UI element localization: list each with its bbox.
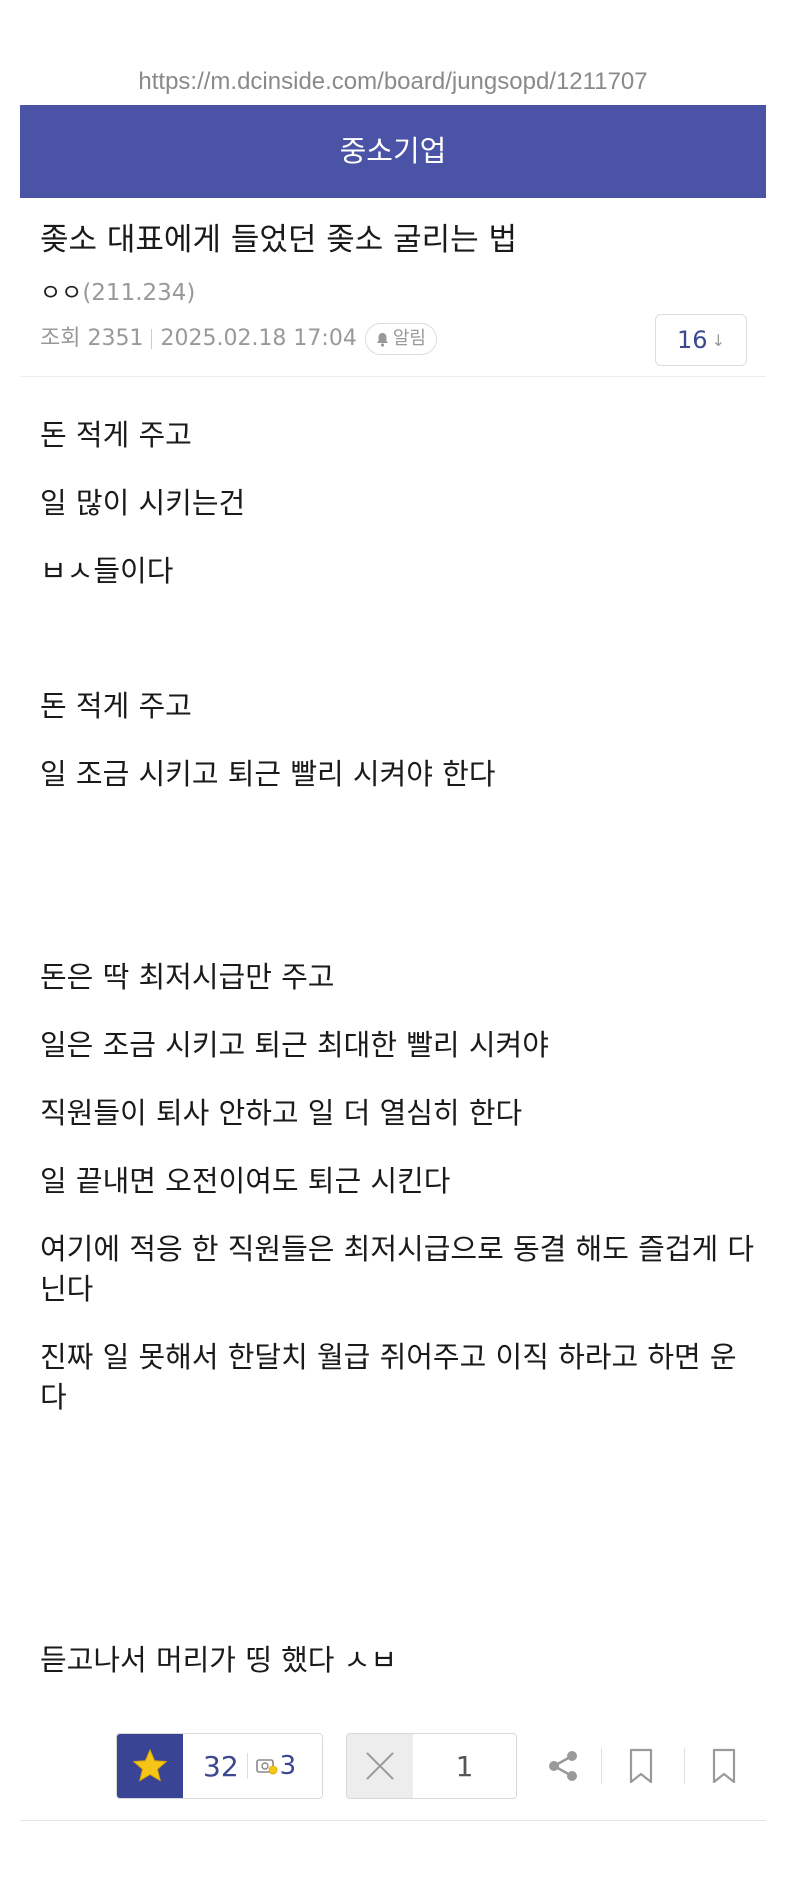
post-datetime: 2025.02.18 17:04 — [160, 326, 357, 351]
recommend-count: 32 — [203, 1749, 239, 1783]
share-button[interactable] — [542, 1745, 584, 1787]
meta-divider — [151, 329, 153, 349]
post-meta: 조회 2351 2025.02.18 17:04 알림 — [40, 322, 437, 356]
gallery-header[interactable]: 중소기업 — [20, 105, 766, 198]
recommend-button[interactable] — [117, 1734, 183, 1798]
scrap-button[interactable] — [703, 1745, 745, 1787]
url-bar: https://m.dcinside.com/board/jungsopd/12… — [138, 68, 648, 95]
body-line: 일 끝내면 오전이여도 퇴근 시킨다 — [40, 1164, 451, 1198]
nonrecommend-box[interactable]: 1 — [346, 1733, 517, 1799]
scrap-icon — [712, 1748, 736, 1784]
bottom-divider — [20, 1820, 766, 1821]
body-line: 일 많이 시키는건 — [40, 486, 246, 520]
body-line: 돈은 딱 최저시급만 주고 — [40, 960, 335, 994]
comment-arrow: ↓ — [711, 330, 725, 350]
share-icon — [549, 1751, 577, 1781]
body-line: 일 조금 시키고 퇴근 빨리 시켜야 한다 — [40, 757, 496, 791]
recommend-box[interactable]: 32 3 — [116, 1733, 323, 1799]
alarm-label: 알림 — [392, 328, 426, 349]
body-line: 일은 조금 시키고 퇴근 최대한 빨리 시켜야 — [40, 1028, 549, 1062]
body-line: 돈 적게 주고 — [40, 418, 192, 452]
post-title: 좆소 대표에게 들었던 좆소 굴리는 법 — [40, 222, 518, 258]
nonrecommend-count: 1 — [455, 1749, 474, 1783]
writer-nickname[interactable]: ㅇㅇ — [40, 280, 82, 306]
header-divider — [20, 376, 766, 377]
writer-ip: (211.234) — [82, 280, 196, 306]
body-line: 여기에 적응 한 직원들은 최저시급으로 동결 해도 즐겁게 다닌다 — [40, 1232, 755, 1306]
body-line: 돈 적게 주고 — [40, 689, 192, 723]
body-line: 직원들이 퇴사 안하고 일 더 열심히 한다 — [40, 1096, 523, 1130]
action-divider — [601, 1748, 602, 1784]
body-line: 듣고나서 머리가 띵 했다 ㅅㅂ — [40, 1643, 398, 1677]
action-divider — [684, 1748, 685, 1784]
bell-icon — [376, 332, 388, 347]
bookmark-button[interactable] — [620, 1745, 662, 1787]
comment-count-button[interactable]: 16 ↓ — [655, 314, 747, 366]
alarm-button[interactable]: 알림 — [364, 323, 437, 355]
nonrecommend-button[interactable] — [347, 1734, 413, 1798]
fix-icon — [255, 1759, 278, 1775]
body-line: 진짜 일 못해서 한달치 월급 쥐어주고 이직 하라고 하면 운다 — [40, 1340, 737, 1414]
recommend-divider — [246, 1753, 248, 1779]
view-count: 조회 2351 — [40, 326, 144, 351]
body-line: ㅂㅅ들이다 — [40, 554, 174, 588]
post-writer[interactable]: ㅇㅇ(211.234) — [40, 276, 195, 310]
bookmark-icon — [629, 1748, 653, 1784]
star-icon — [132, 1748, 168, 1782]
close-x-icon — [366, 1752, 394, 1780]
fix-recommend-count: 3 — [279, 1751, 297, 1781]
comment-count: 16 — [677, 326, 708, 354]
